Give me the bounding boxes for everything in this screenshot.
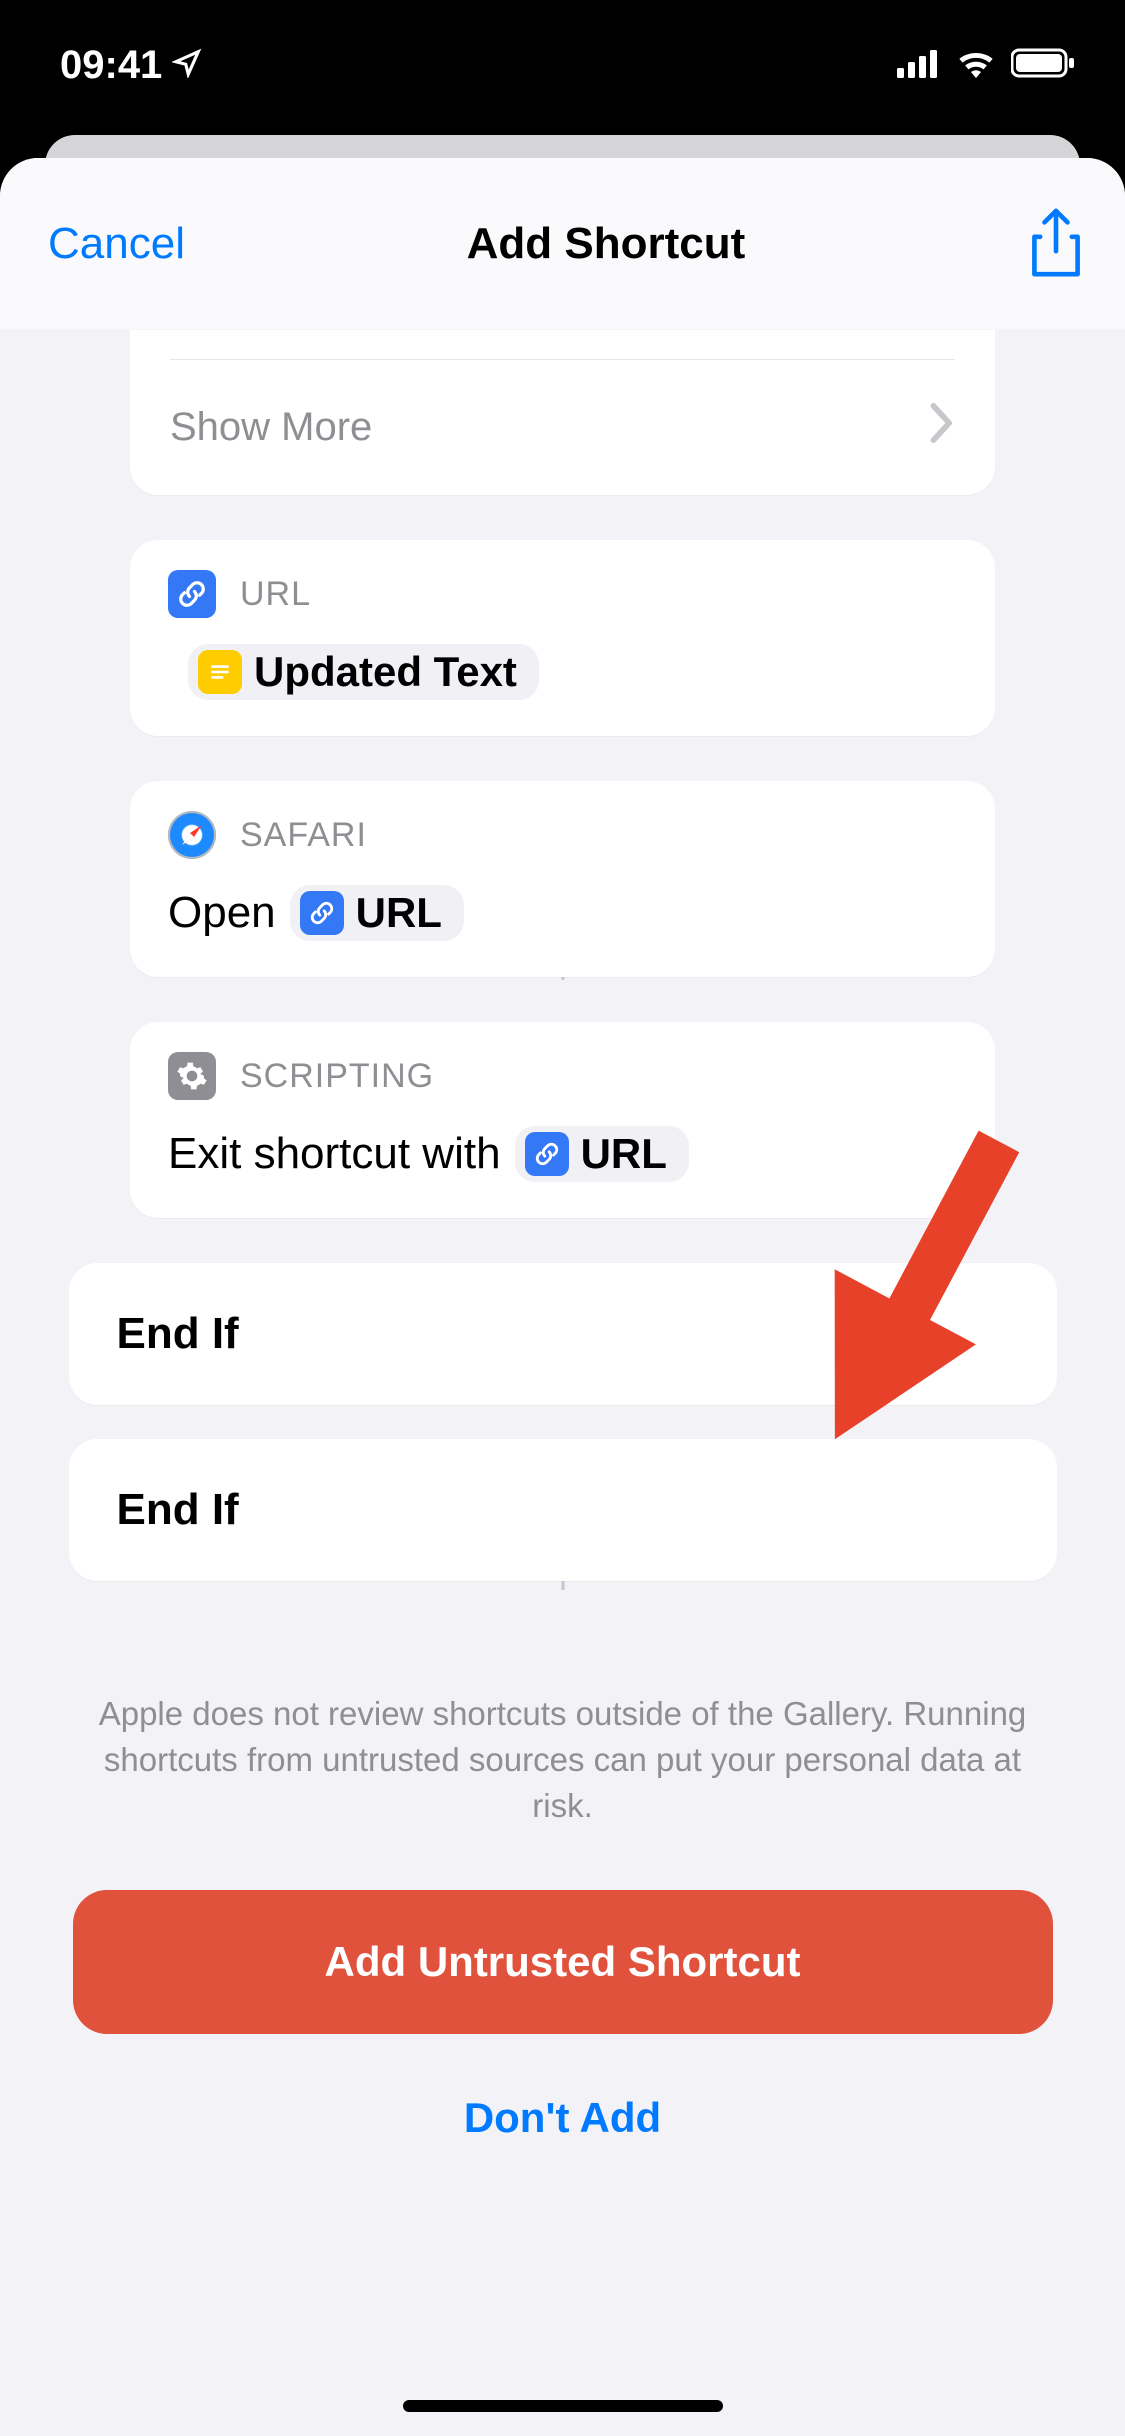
home-indicator bbox=[403, 2400, 723, 2412]
wifi-icon bbox=[955, 43, 997, 88]
text-icon bbox=[198, 650, 242, 694]
sheet-title: Add Shortcut bbox=[467, 219, 746, 269]
location-icon bbox=[172, 43, 202, 88]
untrusted-warning: Apple does not review shortcuts outside … bbox=[0, 1691, 1125, 1830]
safari-header-label: SAFARI bbox=[240, 816, 367, 855]
cellular-icon bbox=[897, 43, 941, 88]
show-more-label: Show More bbox=[170, 405, 372, 450]
link-icon bbox=[525, 1132, 569, 1176]
status-time: 09:41 bbox=[60, 43, 162, 88]
scripting-prefix: Exit shortcut with bbox=[168, 1129, 501, 1179]
show-more-row[interactable]: Show More bbox=[170, 360, 955, 495]
sheet-header: Cancel Add Shortcut bbox=[0, 158, 1125, 330]
share-icon bbox=[1027, 208, 1085, 280]
url-header-label: URL bbox=[240, 575, 311, 614]
link-icon bbox=[168, 570, 216, 618]
add-untrusted-button[interactable]: Add Untrusted Shortcut bbox=[73, 1890, 1053, 2034]
modal-sheet: Cancel Add Shortcut Show More bbox=[0, 158, 1125, 2436]
safari-icon bbox=[168, 811, 216, 859]
url-pill[interactable]: URL bbox=[290, 885, 464, 941]
scripting-action-card[interactable]: SCRIPTING Exit shortcut with URL bbox=[130, 1022, 995, 1218]
battery-icon bbox=[1011, 43, 1075, 88]
show-more-card: Show More bbox=[130, 330, 995, 495]
scripting-header-label: SCRIPTING bbox=[240, 1057, 434, 1096]
safari-prefix: Open bbox=[168, 888, 276, 938]
share-button[interactable] bbox=[1027, 208, 1085, 280]
chevron-right-icon bbox=[929, 403, 955, 453]
link-icon bbox=[300, 891, 344, 935]
end-if-card[interactable]: End If bbox=[69, 1439, 1057, 1581]
url-pill[interactable]: URL bbox=[515, 1126, 689, 1182]
gear-icon bbox=[168, 1052, 216, 1100]
safari-action-card[interactable]: SAFARI Open URL bbox=[130, 781, 995, 977]
end-if-card[interactable]: End If bbox=[69, 1263, 1057, 1405]
updated-text-pill[interactable]: Updated Text bbox=[188, 644, 539, 700]
url-action-card[interactable]: URL Updated Text bbox=[130, 540, 995, 736]
dont-add-button[interactable]: Don't Add bbox=[0, 2094, 1125, 2142]
cancel-button[interactable]: Cancel bbox=[48, 219, 185, 269]
status-bar: 09:41 bbox=[0, 0, 1125, 130]
